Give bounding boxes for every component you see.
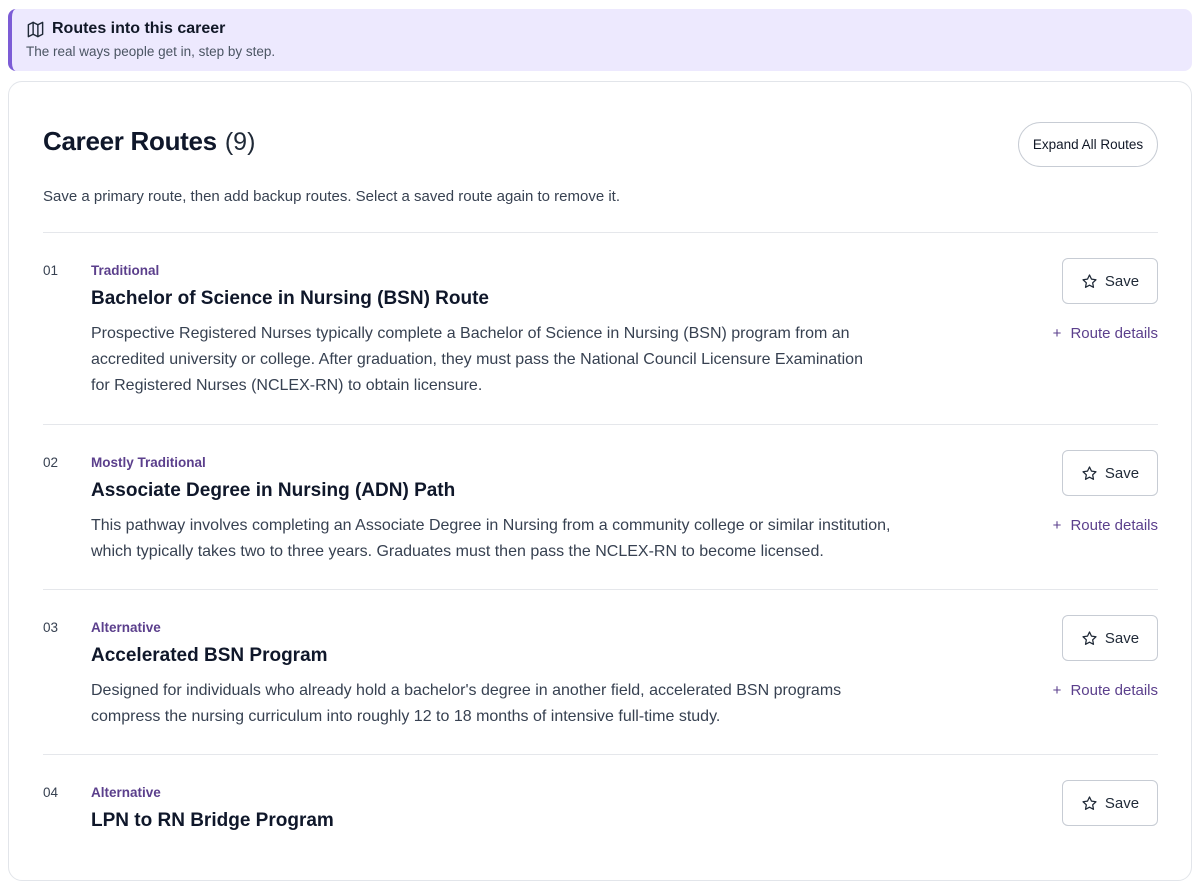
route-number: 01 <box>43 263 59 278</box>
route-details-label: Route details <box>1070 325 1158 342</box>
banner-title-row: Routes into this career <box>26 19 1176 39</box>
route-title: Bachelor of Science in Nursing (BSN) Rou… <box>91 288 489 309</box>
save-route-button[interactable]: Save <box>1062 258 1158 304</box>
route-item-3: 03 Alternative Accelerated BSN Program D… <box>43 589 1158 754</box>
route-details-link[interactable]: + Route details <box>1053 517 1158 534</box>
route-number: 03 <box>43 620 59 635</box>
route-item-2: 02 Mostly Traditional Associate Degree i… <box>43 424 1158 589</box>
route-tag: Mostly Traditional <box>91 455 206 470</box>
star-outline-icon <box>1082 795 1097 810</box>
route-tag: Alternative <box>91 620 161 635</box>
banner-subtitle: The real ways people get in, step by ste… <box>26 44 276 59</box>
route-details-link[interactable]: + Route details <box>1053 682 1158 699</box>
route-description: Designed for individuals who already hol… <box>91 682 842 725</box>
routes-description: Save a primary route, then add backup ro… <box>43 188 620 205</box>
route-title: LPN to RN Bridge Program <box>91 810 334 831</box>
route-tag: Alternative <box>91 785 161 800</box>
star-outline-icon <box>1082 465 1097 480</box>
career-routes-card: Career Routes (9) Expand All Routes Save… <box>8 81 1192 881</box>
banner-title: Routes into this career <box>52 20 226 37</box>
route-number: 02 <box>43 455 59 470</box>
save-label: Save <box>1104 629 1140 647</box>
expand-all-routes-button[interactable]: Expand All Routes <box>1018 122 1158 167</box>
routes-banner: Routes into this career The real ways pe… <box>8 9 1192 71</box>
map-icon <box>27 21 44 37</box>
route-details-link[interactable]: + Route details <box>1053 325 1158 342</box>
save-label: Save <box>1104 794 1140 812</box>
plus-icon: + <box>1052 517 1062 534</box>
route-description: This pathway involves completing an Asso… <box>91 517 891 560</box>
route-item-4: 04 Alternative LPN to RN Bridge Program … <box>43 754 1158 834</box>
route-details-label: Route details <box>1070 517 1158 534</box>
card-heading: Career Routes (9) <box>43 126 255 157</box>
route-description: Prospective Registered Nurses typically … <box>91 325 863 394</box>
route-tag: Traditional <box>91 263 160 278</box>
save-label: Save <box>1104 272 1140 290</box>
save-route-button[interactable]: Save <box>1062 450 1158 496</box>
save-route-button[interactable]: Save <box>1062 615 1158 661</box>
save-route-button[interactable]: Save <box>1062 780 1158 826</box>
plus-icon: + <box>1052 325 1062 342</box>
route-item-1: 01 Traditional Bachelor of Science in Nu… <box>43 232 1158 424</box>
route-title: Associate Degree in Nursing (ADN) Path <box>91 480 456 501</box>
page-title: Career Routes <box>43 126 217 156</box>
star-outline-icon <box>1082 273 1097 288</box>
route-details-label: Route details <box>1070 682 1158 699</box>
plus-icon: + <box>1052 682 1062 699</box>
star-outline-icon <box>1082 630 1097 645</box>
save-label: Save <box>1104 464 1140 482</box>
route-title: Accelerated BSN Program <box>91 645 328 666</box>
route-count: (9) <box>224 128 256 156</box>
route-number: 04 <box>43 785 59 800</box>
